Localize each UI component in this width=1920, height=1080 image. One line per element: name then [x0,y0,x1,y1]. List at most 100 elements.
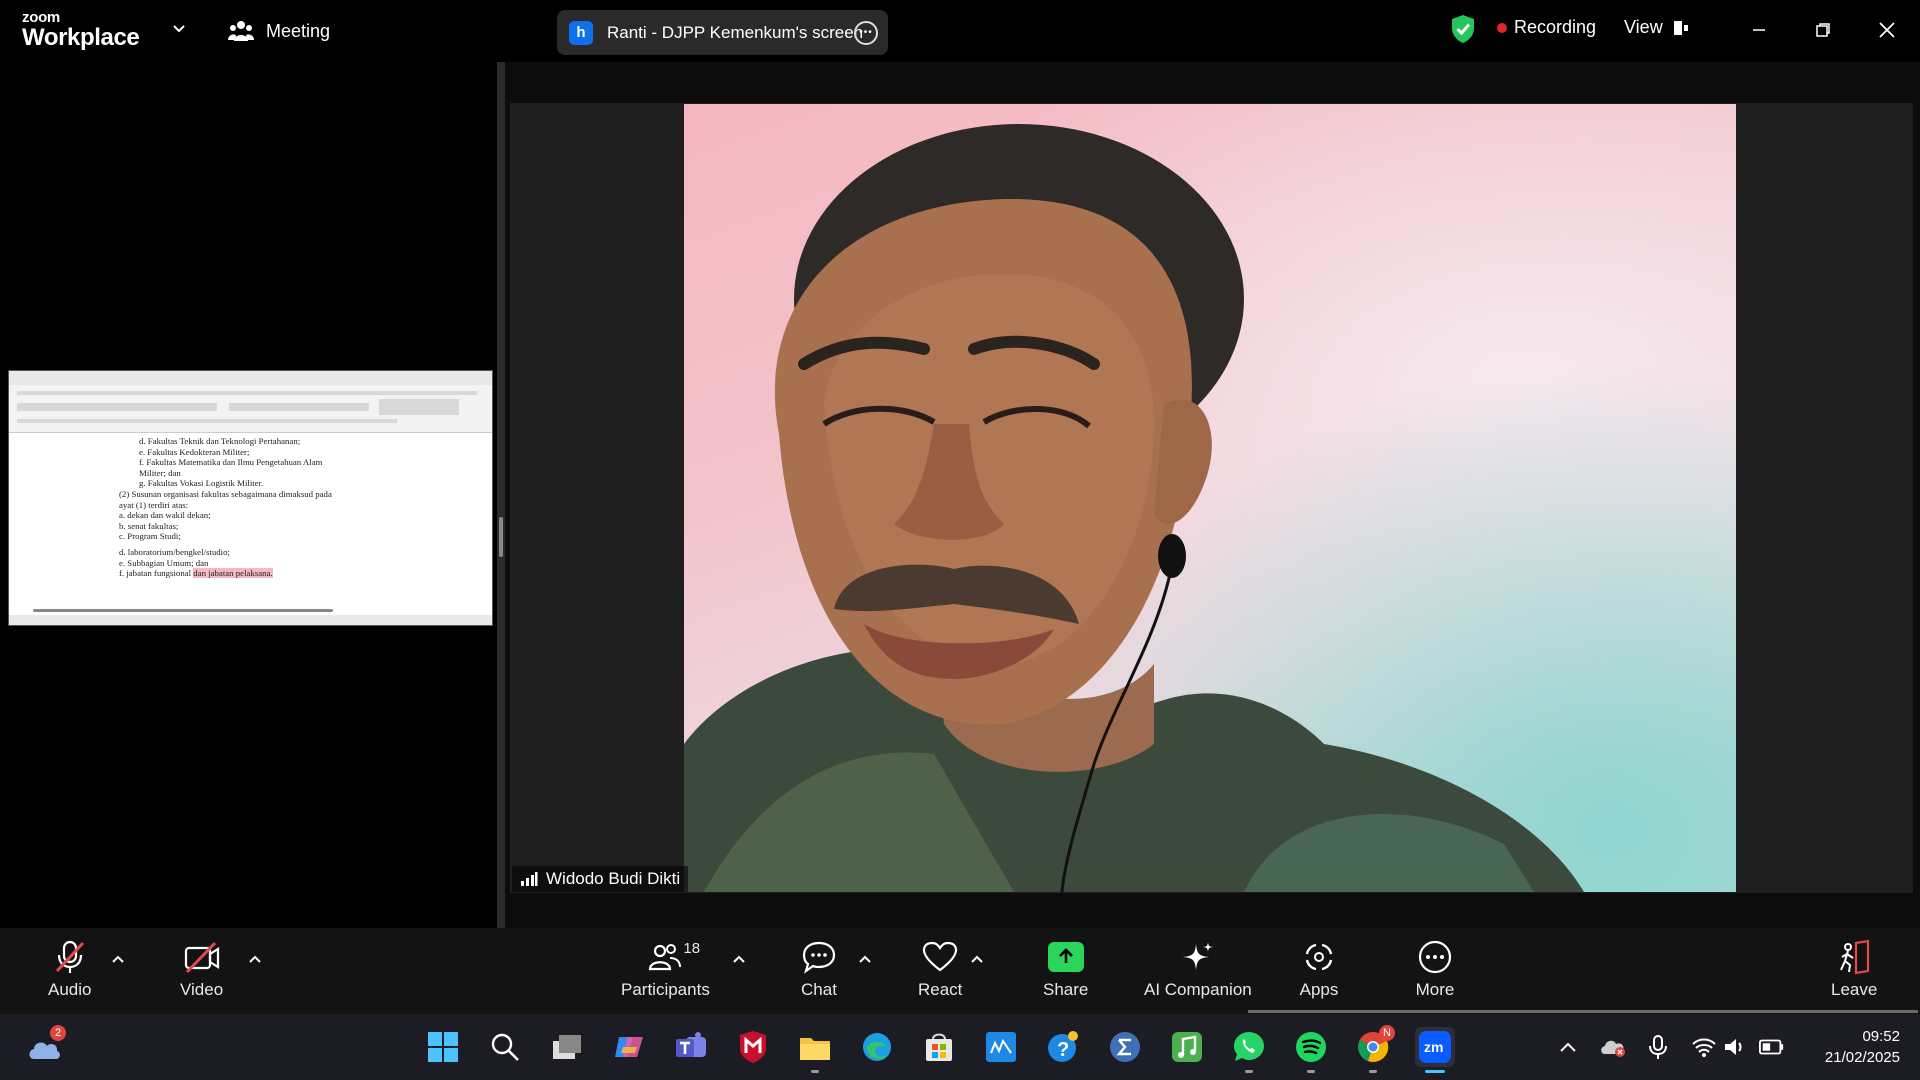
onedrive-tray-icon[interactable] [1600,1034,1626,1060]
more-icon [1418,940,1452,974]
panel-resize-divider[interactable] [497,62,505,928]
document-line: d. laboratorium/bengkel/studio; [119,546,230,557]
store-bag-icon [926,1033,952,1061]
leave-meeting-button[interactable]: Leave [1831,938,1877,1000]
document-line: g. Fakultas Vokasi Logistik Militer. [139,478,264,489]
start-button[interactable] [423,1027,463,1067]
participant-name: Widodo Budi Dikti [546,869,681,888]
chat-options-chevron-icon[interactable] [858,954,872,964]
minimize-icon [1753,29,1765,31]
signal-strength-icon [521,872,538,886]
copilot-app[interactable] [609,1027,649,1067]
video-options-chevron-icon[interactable] [248,954,262,964]
battery-tray-icon[interactable] [1759,1034,1785,1060]
react-options-chevron-icon[interactable] [970,954,984,964]
task-view-icon [553,1035,581,1059]
help-app[interactable]: ? [1043,1027,1083,1067]
weather-widget[interactable]: 2 [24,1025,66,1067]
restore-icon [1816,23,1830,37]
document-line: d. Fakultas Teknik dan Teknologi Pertaha… [139,436,301,446]
search-button[interactable] [485,1027,525,1067]
resize-grip-icon[interactable] [499,517,503,557]
music-app[interactable] [1167,1027,1207,1067]
chrome-app[interactable]: N [1353,1025,1395,1073]
sharer-avatar-badge: h [569,20,593,45]
edge-app[interactable] [857,1027,897,1067]
zoom-app[interactable]: zm [1415,1027,1455,1073]
search-icon [491,1033,519,1061]
audio-button[interactable]: Audio [48,938,91,1000]
more-button[interactable]: More [1415,938,1455,1000]
speaker-video[interactable] [684,104,1736,892]
audio-label: Audio [48,980,92,999]
task-view-button[interactable] [547,1027,587,1067]
running-indicator [1369,1070,1377,1073]
recording-label: Recording [1514,17,1597,37]
music-note-icon [1172,1032,1202,1062]
logo-workplace-text: Workplace [22,24,140,51]
view-button[interactable]: View [1624,17,1689,38]
share-options-icon[interactable]: ••• [854,21,878,45]
spotify-app[interactable] [1291,1027,1331,1073]
minimize-button[interactable] [1739,12,1779,48]
zoom-workplace-logo[interactable]: zoom Workplace [22,10,140,51]
microphone-tray-icon[interactable] [1645,1034,1671,1060]
more-label: More [1415,980,1455,999]
chevron-up-icon [1560,1042,1576,1052]
react-button[interactable]: React [918,938,962,1000]
close-button[interactable] [1867,12,1907,48]
audio-options-chevron-icon[interactable] [111,954,125,964]
wifi-tray-icon[interactable] [1691,1034,1717,1060]
sigma-app-icon [1110,1032,1140,1062]
speaker-figure [684,124,1584,892]
chat-button[interactable]: Chat [799,938,839,1000]
share-label: Share [1043,980,1089,999]
participants-button[interactable]: 18 Participants [621,938,710,1000]
document-line: c. Program Studi; [119,531,181,542]
clock-date: 21/02/2025 [1824,1049,1900,1066]
chevron-down-icon[interactable] [172,22,186,36]
running-indicator [1307,1070,1315,1073]
app-tile-icon [986,1032,1016,1062]
video-label: Video [180,980,224,999]
recording-dot-icon [1497,22,1507,33]
video-button[interactable]: Video [180,938,223,1000]
chat-label: Chat [801,980,837,999]
participants-options-chevron-icon[interactable] [732,954,746,964]
document-line: ayat (1) terdiri atas: [119,499,189,510]
screen-share-label: Ranti - DJPP Kemenkum's screen [607,22,864,42]
document-line: (2) Susunan organisasi fakultas sebagaim… [119,488,332,499]
heart-icon [923,941,958,972]
document-line: f. jabatan fungsional dan jabatan pelaks… [119,568,484,579]
microsoft-store-app[interactable] [919,1027,959,1067]
view-label: View [1624,17,1663,37]
volume-tray-icon[interactable] [1722,1034,1748,1060]
apps-button[interactable]: Apps [1299,938,1339,1000]
microphone-muted-icon [55,940,84,973]
shared-screen-thumbnail[interactable]: d. Fakultas Teknik dan Teknologi Pertaha… [8,370,493,626]
participant-name-tag: Widodo Budi Dikti [512,866,689,892]
share-screen-button[interactable]: Share [1043,938,1088,1000]
shared-document-page: d. Fakultas Teknik dan Teknologi Pertaha… [9,433,484,611]
mcafee-app[interactable] [733,1027,773,1067]
leave-label: Leave [1831,980,1878,999]
document-scrollbar[interactable] [33,609,333,612]
whatsapp-app[interactable] [1229,1027,1269,1073]
participants-count: 18 [683,940,701,957]
mobile-app[interactable] [981,1027,1021,1067]
math-app[interactable] [1105,1027,1145,1067]
teams-app[interactable] [671,1027,711,1067]
file-explorer-app[interactable] [795,1027,835,1073]
system-clock[interactable]: 09:52 21/02/2025 [1825,1026,1900,1068]
recording-indicator[interactable]: Recording [1497,17,1596,38]
show-hidden-icons-button[interactable] [1555,1034,1581,1060]
restore-button[interactable] [1803,12,1843,48]
meeting-menu-button[interactable]: Meeting [228,16,330,46]
ai-companion-button[interactable]: AI Companion [1144,938,1252,1000]
encryption-shield-icon[interactable] [1450,14,1476,44]
help-question-icon: ? [1048,1031,1078,1062]
mcafee-shield-icon [740,1031,766,1063]
screen-share-indicator[interactable]: h Ranti - DJPP Kemenkum's screen ••• [557,10,888,55]
teams-icon [676,1032,706,1057]
clock-time: 09:52 [1862,1028,1900,1045]
